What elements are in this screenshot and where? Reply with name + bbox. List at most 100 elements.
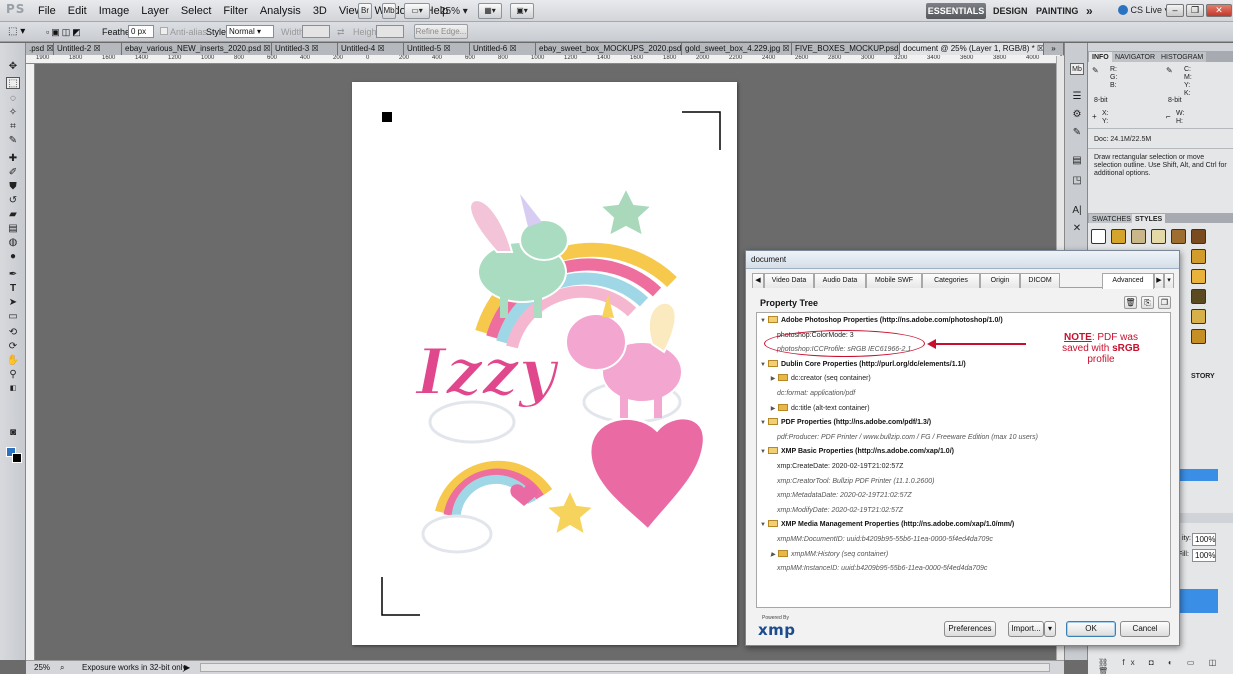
delete-property-icon[interactable]: 🗑 [1124, 296, 1137, 309]
tab-untitled-3[interactable]: Untitled-3 ☒ [272, 43, 338, 55]
notes-panel-icon[interactable]: ▤ [1070, 155, 1084, 167]
layer-actions-icons[interactable]: ⛓ fx ◘ ◐ ▭ ◫ 🗑 [1098, 658, 1233, 674]
adjustments-panel-icon[interactable]: ☰ [1070, 91, 1084, 103]
style-select[interactable]: Normal ▾ [226, 25, 274, 38]
selection-mode-icons[interactable]: ▫▣◫◩ [46, 25, 94, 39]
menu-select[interactable]: Select [175, 5, 218, 17]
tab-origin[interactable]: Origin [980, 273, 1020, 288]
tree-property-row[interactable]: ▶ xmpMM:History (seq container) [757, 548, 1170, 562]
tree-group-row[interactable]: ▼ Adobe Photoshop Properties (http://ns.a… [757, 314, 1170, 328]
move-tool-icon[interactable]: ✥ [6, 61, 20, 73]
blur-tool-icon[interactable]: ◍ [6, 237, 20, 249]
menu-layer[interactable]: Layer [135, 5, 175, 17]
crop-tool-icon[interactable]: ⌗ [6, 121, 20, 133]
hand-tool-icon[interactable]: ✋ [6, 355, 20, 367]
tab-mobile-swf[interactable]: Mobile SWF [866, 273, 922, 288]
fill-input[interactable]: 100% [1192, 549, 1216, 562]
style-swatch[interactable] [1111, 229, 1126, 244]
menu-3d[interactable]: 3D [307, 5, 333, 17]
tree-group-row[interactable]: ▼ PDF Properties (http://ns.adobe.com/pdf… [757, 416, 1170, 430]
gradient-tool-icon[interactable]: ▤ [6, 223, 20, 235]
tree-property-row[interactable]: xmp:MetadataDate: 2020-02-19T21:02:57Z [757, 489, 1170, 503]
brush-tool-icon[interactable]: ✐ [6, 167, 20, 179]
status-zoom[interactable]: 25% [34, 661, 50, 674]
tab-ebay-various-inserts[interactable]: ebay_various_NEW_inserts_2020.psd ☒ [122, 43, 272, 55]
tab-document-active[interactable]: document @ 25% (Layer 1, RGB/8) * ☒ [900, 43, 1044, 55]
tab-untitled-6[interactable]: Untitled-6 ☒ [470, 43, 536, 55]
style-swatch[interactable] [1191, 269, 1206, 284]
expand-arrow-icon[interactable]: ▶ [769, 402, 777, 416]
tab-dicom[interactable]: DICOM [1020, 273, 1060, 288]
type-tool-icon[interactable]: T [6, 283, 20, 295]
menu-edit[interactable]: Edit [62, 5, 93, 17]
bridge-button[interactable]: Br [358, 3, 372, 19]
copy-property-icon[interactable]: ❐ [1158, 296, 1171, 309]
restore-button[interactable]: ❐ [1186, 4, 1204, 17]
tabs-scroll-left-icon[interactable]: ◀ [752, 273, 764, 288]
tab-untitled-2[interactable]: Untitled-2 ☒ [54, 43, 122, 55]
height-input[interactable] [376, 25, 404, 38]
tree-property-row[interactable]: ▶ dc:creator (seq container) [757, 372, 1170, 386]
arrange-documents-button[interactable]: ▦▾ [478, 3, 502, 19]
shape-tool-icon[interactable]: ▭ [6, 311, 20, 323]
screen-mode-button[interactable]: ▣▾ [510, 3, 534, 19]
style-swatch[interactable] [1171, 229, 1186, 244]
tree-property-row[interactable]: xmpMM:DocumentID: uuid:b4209b95-55b6-11e… [757, 533, 1170, 547]
collapse-arrow-icon[interactable]: ▼ [759, 445, 767, 459]
menu-analysis[interactable]: Analysis [254, 5, 307, 17]
mini-bridge-button[interactable]: Mb [382, 3, 396, 19]
status-menu-arrow-icon[interactable]: ▶ [184, 661, 190, 674]
tab-ebay-sweet-box-mockups[interactable]: ebay_sweet_box_MOCKUPS_2020.psd ☒ [536, 43, 682, 55]
tool-presets-panel-icon[interactable]: ✕ [1070, 223, 1084, 235]
minimize-button[interactable]: – [1166, 4, 1184, 17]
style-swatch[interactable] [1191, 229, 1206, 244]
style-swatch[interactable] [1191, 329, 1206, 344]
collapse-arrow-icon[interactable]: ▼ [759, 358, 767, 372]
menu-file[interactable]: File [32, 5, 62, 17]
tab-advanced[interactable]: Advanced [1102, 273, 1154, 289]
background-color-swatch[interactable] [12, 453, 22, 463]
mini-bridge-panel-icon[interactable]: Mb [1070, 63, 1084, 75]
menu-image[interactable]: Image [93, 5, 136, 17]
tab-untitled-5[interactable]: Untitled-5 ☒ [404, 43, 470, 55]
3d-rotate-tool-icon[interactable]: ⟲ [6, 327, 20, 339]
collapse-arrow-icon[interactable]: ▼ [759, 416, 767, 430]
tree-property-row[interactable]: xmp:CreateDate: 2020-02-19T21:02:57Z [757, 460, 1170, 474]
tree-property-row[interactable]: xmp:ModifyDate: 2020-02-19T21:02:57Z [757, 504, 1170, 518]
style-swatch[interactable] [1191, 249, 1206, 264]
zoom-level-menu[interactable]: 25% ▾ [440, 6, 468, 17]
path-selection-tool-icon[interactable]: ➤ [6, 297, 20, 309]
tree-group-row[interactable]: ▼ XMP Basic Properties (http://ns.adobe.c… [757, 445, 1170, 459]
tree-property-row[interactable]: pdf:Producer: PDF Printer / www.bullzip.… [757, 431, 1170, 445]
cs-live-button[interactable]: CS Live ▾ [1118, 5, 1169, 16]
opacity-input[interactable]: 100% [1192, 533, 1216, 546]
masks-panel-icon[interactable]: ⚙ [1070, 109, 1084, 121]
style-swatch[interactable] [1191, 289, 1206, 304]
quick-select-tool-icon[interactable]: ✧ [6, 107, 20, 119]
view-extras-button[interactable]: ▭▾ [404, 3, 430, 19]
3d-orbit-tool-icon[interactable]: ⟳ [6, 341, 20, 353]
cancel-button[interactable]: Cancel [1120, 621, 1170, 637]
quick-mask-icon[interactable]: ◙ [6, 427, 20, 439]
tab-psd[interactable]: .psd ☒ [26, 43, 54, 55]
tab-gold-sweet-box[interactable]: gold_sweet_box_4.229.jpg ☒ [682, 43, 792, 55]
import-button[interactable]: Import... [1008, 621, 1044, 637]
tab-history[interactable]: STORY [1188, 371, 1218, 382]
eraser-tool-icon[interactable]: ▰ [6, 209, 20, 221]
tabs-scroll-right-icon[interactable]: ▶ [1154, 273, 1164, 288]
tab-audio-data[interactable]: Audio Data [814, 273, 866, 288]
tree-property-row[interactable]: xmp:CreatorTool: Bullzip PDF Printer (11… [757, 475, 1170, 489]
refine-edge-button[interactable]: Refine Edge... [414, 24, 468, 39]
close-window-button[interactable]: ✕ [1206, 4, 1232, 17]
ok-button[interactable]: OK [1066, 621, 1116, 637]
menu-filter[interactable]: Filter [217, 5, 253, 17]
import-dropdown-icon[interactable]: ▾ [1044, 621, 1056, 637]
preferences-button[interactable]: Preferences [944, 621, 996, 637]
clone-source-panel-icon[interactable]: ◳ [1070, 175, 1084, 187]
tab-five-boxes-mockup[interactable]: FIVE_BOXES_MOCKUP.psd ☒ [792, 43, 900, 55]
tab-overflow-icon[interactable]: » [1044, 43, 1064, 55]
expand-arrow-icon[interactable]: ▶ [769, 548, 777, 562]
pen-tool-icon[interactable]: ✒ [6, 269, 20, 281]
marquee-tool-icon[interactable]: ⬚ [6, 77, 20, 89]
lasso-tool-icon[interactable]: ◌ [6, 93, 20, 105]
